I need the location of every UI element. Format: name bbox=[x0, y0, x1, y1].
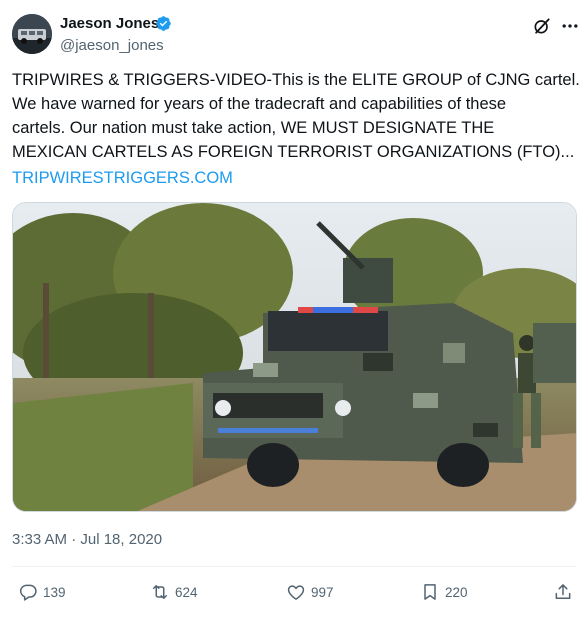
share-icon bbox=[555, 584, 571, 599]
grok-icon[interactable] bbox=[532, 16, 552, 36]
author-handle[interactable]: @jaeson_jones bbox=[60, 37, 164, 54]
tweet-timestamp[interactable]: 3:33 AM · Jul 18, 2020 bbox=[12, 531, 162, 548]
retweet-button[interactable]: 624 bbox=[150, 580, 198, 604]
tweet-text-line: TRIPWIRES & TRIGGERS-VIDEO-This is the E… bbox=[12, 71, 580, 89]
video-thumbnail[interactable] bbox=[12, 202, 577, 512]
bookmark-icon bbox=[424, 584, 436, 600]
tweet-text-line: MEXICAN CARTELS AS FOREIGN TERRORIST ORG… bbox=[12, 143, 575, 161]
author-name[interactable]: Jaeson Jones bbox=[60, 15, 159, 32]
bookmark-button[interactable]: 220 bbox=[420, 580, 468, 604]
like-count: 997 bbox=[311, 584, 334, 600]
bookmark-count: 220 bbox=[445, 584, 468, 600]
like-button[interactable]: 997 bbox=[286, 580, 334, 604]
retweet-icon bbox=[153, 585, 167, 599]
retweet-count: 624 bbox=[175, 584, 198, 600]
tweet-card: Jaeson Jones @jaeson_jones TRIPWIRES & T… bbox=[0, 0, 588, 618]
tweet-text: TRIPWIRES & TRIGGERS-VIDEO-This is the E… bbox=[12, 68, 580, 164]
tweet-text-line: cartels. Our nation must take action, WE… bbox=[12, 119, 495, 137]
tweet-link[interactable]: TRIPWIRESTRIGGERS.COM bbox=[12, 166, 233, 190]
heart-icon bbox=[287, 585, 305, 600]
divider bbox=[12, 566, 576, 567]
reply-count: 139 bbox=[43, 584, 66, 600]
avatar[interactable] bbox=[12, 14, 52, 54]
reply-icon bbox=[19, 584, 37, 601]
more-options-icon[interactable] bbox=[560, 16, 580, 36]
share-button[interactable] bbox=[553, 580, 578, 604]
tweet-text-line: We have warned for years of the tradecra… bbox=[12, 95, 507, 113]
verified-badge-icon bbox=[156, 16, 171, 31]
reply-button[interactable]: 139 bbox=[18, 580, 66, 604]
